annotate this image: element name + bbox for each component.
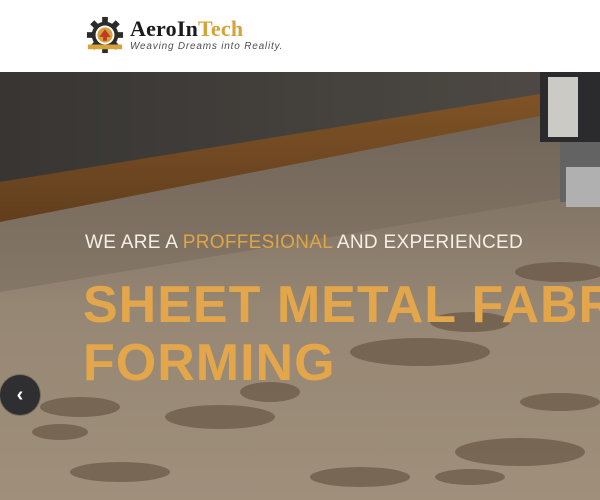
hero-kicker-suffix: AND EXPERIENCED xyxy=(332,232,524,253)
hero-kicker-prefix: WE ARE A xyxy=(85,232,183,253)
hero-headline-line2: FORMING xyxy=(83,334,336,392)
brand-name-part2: Tech xyxy=(198,16,244,41)
site-header: AeroInTech Weaving Dreams into Reality. xyxy=(0,0,600,72)
hero-kicker-highlight: PROFFESIONAL xyxy=(182,232,333,253)
brand-name-part1: AeroIn xyxy=(130,16,199,41)
chevron-left-icon: ‹ xyxy=(16,383,24,406)
gear-logo-icon xyxy=(86,16,124,54)
hero-kicker: WE ARE A PROFFESIONAL AND EXPERIENCED xyxy=(85,232,523,254)
tagline: Weaving Dreams into Reality. xyxy=(130,41,284,52)
slider-prev-button[interactable]: ‹ xyxy=(0,375,40,415)
brand-name: AeroInTech xyxy=(130,18,283,40)
hero-headline: SHEET METAL FABRICATION FORMING xyxy=(83,276,600,392)
logo[interactable]: AeroInTech Weaving Dreams into Reality. xyxy=(86,16,283,54)
hero-headline-line1: SHEET METAL FABRICATION xyxy=(83,276,600,334)
